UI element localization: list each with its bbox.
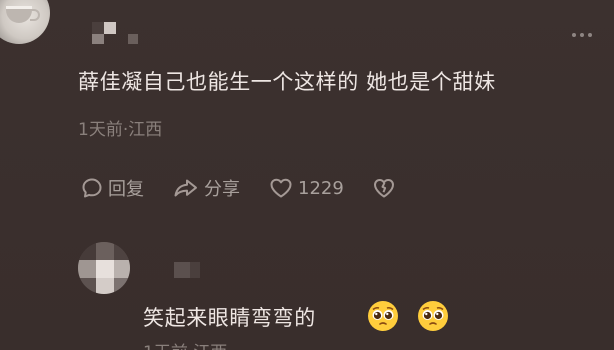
commenter-avatar[interactable] [0,0,50,44]
reply-button[interactable]: 回复 [80,175,144,201]
heart-outline-icon [270,178,292,198]
share-arrow-icon [174,179,197,197]
dislike-button[interactable] [372,176,396,200]
share-label: 分享 [204,179,240,200]
like-button[interactable]: 1229 [268,176,344,200]
reply-meta: 1天前·江西 [143,338,227,350]
comment-actions: 回复 分享 1229 [80,174,424,202]
more-options-icon[interactable] [572,33,592,37]
comment-section: 薛佳凝自己也能生一个这样的 她也是个甜妹 1天前·江西 回复 分享 1229 笑… [0,0,614,350]
comment-bubble-icon [82,178,102,198]
pleading-face-emoji [418,301,448,331]
reply-text: 笑起来眼睛弯弯的 [143,306,316,330]
pleading-face-emoji [368,301,398,331]
reply-label: 回复 [108,179,144,200]
broken-heart-icon [373,179,394,198]
comment-text: 薛佳凝自己也能生一个这样的 她也是个甜妹 [78,70,496,94]
like-count: 1229 [298,177,344,199]
comment-meta: 1天前·江西 [78,120,163,140]
cup-image [6,6,40,23]
share-button[interactable]: 分享 [172,175,240,201]
reply-avatar-mosaic[interactable] [78,242,130,294]
